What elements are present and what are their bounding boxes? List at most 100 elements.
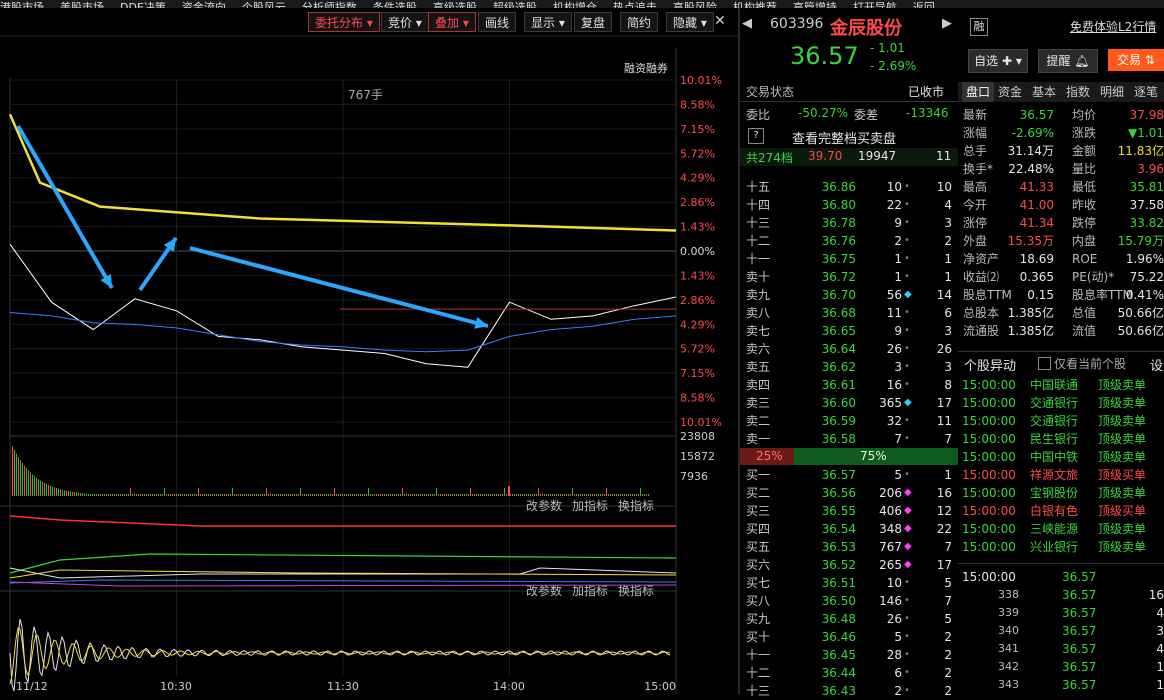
help-icon[interactable]: ? xyxy=(748,128,764,144)
buy-level-row[interactable]: 买七 36.51 10 • 5 xyxy=(740,574,958,592)
margin-trading-label[interactable]: 融资融券 xyxy=(624,60,668,76)
sell-level-marker-icon: • xyxy=(904,217,910,228)
mover-row[interactable]: 15:00:00 交通银行 顶级卖单 xyxy=(958,394,1164,412)
sell-level-row[interactable]: 卖三 36.60 365 ◆ 17 xyxy=(740,394,958,412)
mover-stock[interactable]: 民生银行 xyxy=(1030,430,1078,448)
mover-row[interactable]: 15:00:00 祥源文旅 顶级买单 xyxy=(958,466,1164,484)
buy-level-row[interactable]: 买八 36.50 146 • 7 xyxy=(740,592,958,610)
sell-level-row[interactable]: 卖四 36.61 16 • 8 xyxy=(740,376,958,394)
sell-level-row[interactable]: 十四 36.80 22 • 4 xyxy=(740,196,958,214)
sell-level-row[interactable]: 卖八 36.68 11 • 6 xyxy=(740,304,958,322)
replay-button[interactable]: 复盘 xyxy=(574,12,613,32)
volume-bar xyxy=(130,488,131,496)
simple-mode-button[interactable]: 简约 xyxy=(620,12,659,32)
sell-level-row[interactable]: 十二 36.76 2 • 2 xyxy=(740,232,958,250)
buy-level-row[interactable]: 买五 36.53 767 ◆ 7 xyxy=(740,538,958,556)
mover-row[interactable]: 15:00:00 三峡能源 顶级卖单 xyxy=(958,520,1164,538)
buy-level-row[interactable]: 十一 36.45 28 • 2 xyxy=(740,646,958,664)
volume-bar xyxy=(56,488,57,496)
tab-basic[interactable]: 基本 xyxy=(1032,82,1056,102)
buy-level-row[interactable]: 买三 36.55 406 ◆ 12 xyxy=(740,502,958,520)
buy-level-row[interactable]: 买六 36.52 265 ◆ 17 xyxy=(740,556,958,574)
volume-bar xyxy=(478,494,479,496)
prev-stock-icon[interactable]: ◀ xyxy=(742,16,752,31)
tab-funds[interactable]: 资金 xyxy=(998,82,1022,102)
overlay-button[interactable]: 叠加 ▾ xyxy=(428,12,476,32)
buy-level-row[interactable]: 买九 36.48 26 • 5 xyxy=(740,610,958,628)
only-current-checkbox[interactable] xyxy=(1038,357,1051,370)
mover-stock[interactable]: 交通银行 xyxy=(1030,412,1078,430)
indicator-button[interactable]: 改参数 xyxy=(526,498,562,513)
volume-bar xyxy=(286,494,287,496)
tab-tick[interactable]: 逐笔 xyxy=(1134,82,1158,102)
mover-stock[interactable]: 兴业银行 xyxy=(1030,538,1078,556)
hide-button[interactable]: 隐藏 ▾ xyxy=(666,12,714,32)
sell-level-row[interactable]: 卖十 36.72 1 • 1 xyxy=(740,268,958,286)
mover-row[interactable]: 15:00:00 中国联通 顶级卖单 xyxy=(958,376,1164,394)
mover-row[interactable]: 15:00:00 交通银行 顶级卖单 xyxy=(958,412,1164,430)
volume-bar xyxy=(368,488,369,496)
sell-level-row[interactable]: 十三 36.78 9 • 3 xyxy=(740,214,958,232)
volume-bar xyxy=(348,494,349,496)
mover-row[interactable]: 15:00:00 兴业银行 顶级卖单 xyxy=(958,538,1164,556)
movers-settings[interactable]: 设 xyxy=(1150,355,1163,374)
mover-stock[interactable]: 三峡能源 xyxy=(1030,520,1078,538)
buy-level-row[interactable]: 买十 36.46 5 • 2 xyxy=(740,628,958,646)
mover-stock[interactable]: 交通银行 xyxy=(1030,394,1078,412)
sell-level-row[interactable]: 卖五 36.62 3 • 3 xyxy=(740,358,958,376)
indicator-button[interactable]: 加指标 xyxy=(572,498,608,513)
mover-row[interactable]: 15:00:00 白银有色 顶级买单 xyxy=(958,502,1164,520)
sell-level-marker-icon: • xyxy=(904,433,910,444)
tick-price: 36.57 xyxy=(1062,678,1097,692)
display-button[interactable]: 显示 ▾ xyxy=(524,12,572,32)
buy-level-row[interactable]: 十二 36.44 6 • 2 xyxy=(740,664,958,682)
mover-stock[interactable]: 白银有色 xyxy=(1030,502,1078,520)
mover-row[interactable]: 15:00:00 民生银行 顶级卖单 xyxy=(958,430,1164,448)
volume-bar xyxy=(50,485,51,496)
tab-handicap[interactable]: 盘口 xyxy=(962,82,995,102)
sell-level-row[interactable]: 卖九 36.70 56 ◆ 14 xyxy=(740,286,958,304)
mover-stock[interactable]: 祥源文旅 xyxy=(1030,466,1078,484)
volume-bar xyxy=(314,494,315,496)
trade-button[interactable]: 交易 ⇅ xyxy=(1108,49,1164,71)
add-watchlist-button[interactable]: 自选 ✚ ▾ xyxy=(968,49,1028,73)
buy-level-row[interactable]: 买四 36.54 348 ◆ 22 xyxy=(740,520,958,538)
entrust-distribution-button[interactable]: 委托分布 ▾ xyxy=(308,12,380,32)
mover-row[interactable]: 15:00:00 中国中铁 顶级卖单 xyxy=(958,448,1164,466)
volume-bar xyxy=(258,494,259,496)
buy-level-row[interactable]: 买二 36.56 206 ◆ 16 xyxy=(740,484,958,502)
auction-button[interactable]: 竞价 ▾ xyxy=(381,12,429,32)
next-stock-icon[interactable]: ▶ xyxy=(942,16,952,31)
sell-level-row[interactable]: 十一 36.75 1 • 1 xyxy=(740,250,958,268)
simple-label: 简约 xyxy=(627,16,652,30)
buy-level-row[interactable]: 十三 36.43 2 • 2 xyxy=(740,682,958,700)
indicator-button[interactable]: 换指标 xyxy=(618,498,654,513)
mover-stock[interactable]: 中国中铁 xyxy=(1030,448,1078,466)
volume-bar xyxy=(528,494,529,496)
sell-level-row[interactable]: 卖六 36.64 26 • 26 xyxy=(740,340,958,358)
tab-detail[interactable]: 明细 xyxy=(1100,82,1124,102)
volume-bar xyxy=(20,460,21,496)
sell-level-row[interactable]: 十五 36.86 10 • 10 xyxy=(740,178,958,196)
mover-stock[interactable]: 宝钢股份 xyxy=(1030,484,1078,502)
close-icon[interactable]: ✕ xyxy=(714,13,726,29)
buy-level-row[interactable]: 买一 36.57 5 • 1 xyxy=(740,466,958,484)
mover-stock[interactable]: 中国联通 xyxy=(1030,376,1078,394)
full-orderbook-link[interactable]: 查看完整档买卖盘 xyxy=(792,128,896,147)
remind-button[interactable]: 提醒 🔔︎ xyxy=(1038,49,1098,73)
volume-bar xyxy=(560,494,561,496)
sell-level-row[interactable]: 卖一 36.58 7 • 7 xyxy=(740,430,958,448)
separator xyxy=(740,101,958,102)
volume-bar xyxy=(32,474,33,496)
tick-time: 338 xyxy=(998,588,1019,601)
buy-level-volume: 10 xyxy=(886,576,902,590)
tick-price: 36.57 xyxy=(1062,570,1097,584)
tab-index[interactable]: 指数 xyxy=(1066,82,1090,102)
draw-line-button[interactable]: 画线 xyxy=(478,12,517,32)
volume-bar xyxy=(182,494,183,496)
sell-level-row[interactable]: 卖二 36.59 32 • 11 xyxy=(740,412,958,430)
mover-row[interactable]: 15:00:00 宝钢股份 顶级卖单 xyxy=(958,484,1164,502)
sell-level-row[interactable]: 卖七 36.65 9 • 3 xyxy=(740,322,958,340)
volume-bar xyxy=(26,468,27,496)
free-l2-link[interactable]: 免费体验L2行情 xyxy=(1070,18,1156,35)
